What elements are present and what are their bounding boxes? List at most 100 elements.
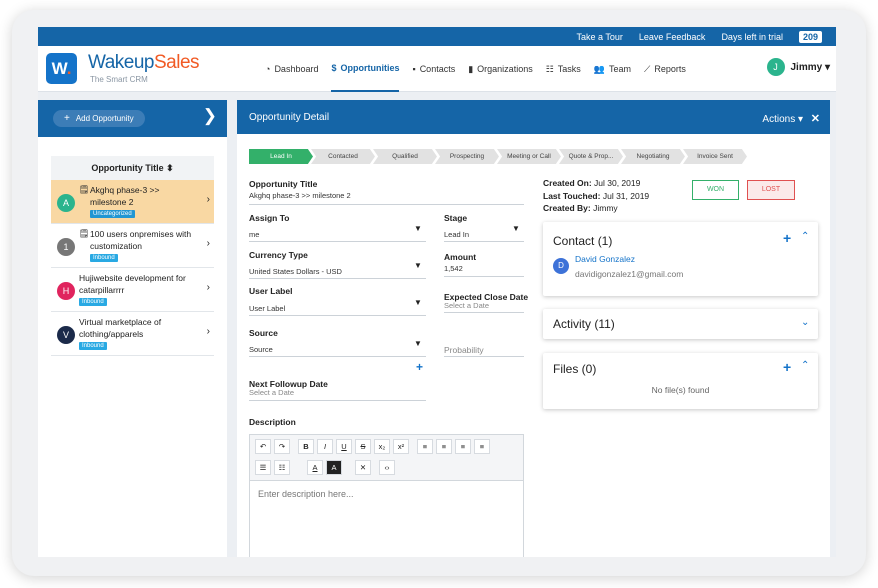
trial-days-badge: 209	[798, 30, 822, 43]
clear-format-icon[interactable]: ✕	[355, 460, 371, 475]
justify-icon[interactable]: ≡	[474, 439, 490, 454]
stage-invoice-sent[interactable]: Invoice Sent	[683, 149, 747, 164]
stage-negotiating[interactable]: Negotiating	[621, 149, 685, 164]
add-field-plus-icon[interactable]: +	[416, 360, 423, 374]
nav-tasks[interactable]: ☷ Tasks	[546, 46, 581, 92]
redo-icon[interactable]: ↷	[274, 439, 290, 454]
team-icon: 👥	[593, 63, 606, 74]
align-right-icon[interactable]: ≡	[455, 439, 471, 454]
currency-type-select[interactable]: United States Dollars - USD	[249, 267, 342, 276]
bold-icon[interactable]: B	[298, 439, 314, 454]
take-tour-link[interactable]: Take a Tour	[577, 32, 623, 42]
nav-dashboard[interactable]: ◔ Dashboard	[265, 46, 318, 92]
avatar: V	[57, 326, 75, 344]
user-menu[interactable]: J Jimmy ▾	[766, 58, 830, 76]
probability-input[interactable]: Probability	[444, 345, 484, 355]
nav-label: Contacts	[419, 64, 456, 74]
amount-input[interactable]: 1,542	[444, 264, 463, 273]
brand-name-part1: Wakeup	[88, 52, 155, 73]
stage-prospecting[interactable]: Prospecting	[435, 149, 499, 164]
add-opportunity-button[interactable]: + Add Opportunity	[53, 110, 145, 127]
subscript-icon[interactable]: x₂	[374, 439, 390, 454]
divider	[249, 315, 426, 316]
chevron-up-icon[interactable]: ⌃	[801, 360, 809, 371]
logo-letter: W	[51, 59, 67, 78]
highlight-color-icon[interactable]: A	[326, 460, 342, 475]
actions-dropdown[interactable]: Actions ▾	[762, 114, 803, 125]
list-item[interactable]: H Hujiwebsite development for catarpilla…	[51, 268, 214, 312]
stage-qualified[interactable]: Qualified	[373, 149, 437, 164]
strikethrough-icon[interactable]: S	[355, 439, 371, 454]
font-color-icon[interactable]: A	[307, 460, 323, 475]
nav-label: Team	[609, 64, 632, 74]
stage-select[interactable]: Lead In	[444, 230, 469, 239]
code-view-icon[interactable]: ‹›	[379, 460, 395, 475]
divider	[249, 241, 426, 242]
bullet-list-icon[interactable]: ☰	[255, 460, 271, 475]
page-title: Opportunity Detail	[249, 112, 330, 123]
won-button[interactable]: WON	[692, 180, 739, 200]
brand-logo-icon[interactable]: W.	[46, 53, 77, 84]
category-badge: Uncategorized	[90, 210, 135, 218]
user-label-label: User Label	[249, 286, 293, 296]
nav-team[interactable]: 👥 Team	[594, 46, 631, 92]
opportunity-title: Virtual marketplace of clothing/apparels	[79, 317, 162, 339]
stage-contacted[interactable]: Contacted	[311, 149, 375, 164]
numbered-list-icon[interactable]: ☷	[274, 460, 290, 475]
next-followup-date-input[interactable]: Select a Date	[249, 388, 294, 397]
expected-close-date-input[interactable]: Select a Date	[444, 301, 489, 310]
chevron-right-icon[interactable]: ❯	[203, 106, 217, 126]
amount-label: Amount	[444, 252, 477, 262]
category-badge: Inbound	[79, 298, 107, 306]
avatar: 1	[57, 238, 75, 256]
source-select[interactable]: Source	[249, 345, 273, 354]
user-label-select[interactable]: User Label	[249, 304, 285, 313]
activity-card[interactable]: Activity (11) ⌄	[543, 309, 818, 339]
add-file-plus-icon[interactable]: +	[783, 359, 791, 375]
column-header-opportunity-title[interactable]: Opportunity Title ⬍	[51, 156, 214, 180]
dropdown-caret-icon: ▼	[414, 298, 422, 307]
align-center-icon[interactable]: ≡	[436, 439, 452, 454]
undo-icon[interactable]: ↶	[255, 439, 271, 454]
list-item[interactable]: A 🗒 Akghq phase-3 >> milestone 2 Uncateg…	[51, 180, 214, 224]
dollar-icon: $	[331, 63, 337, 73]
list-item[interactable]: V Virtual marketplace of clothing/appare…	[51, 312, 214, 356]
leave-feedback-link[interactable]: Leave Feedback	[639, 32, 706, 42]
stage-quote-proposal[interactable]: Quote & Prop...	[559, 149, 623, 164]
nav-opportunities[interactable]: $ Opportunities	[331, 46, 400, 92]
created-by-label: Created By:	[543, 203, 591, 213]
lost-button[interactable]: LOST	[747, 180, 795, 200]
assign-to-select[interactable]: me	[249, 230, 259, 239]
superscript-icon[interactable]: x²	[393, 439, 409, 454]
stage-meeting-or-call[interactable]: Meeting or Call	[497, 149, 561, 164]
user-name: Jimmy	[790, 61, 823, 73]
align-left-icon[interactable]: ≡	[417, 439, 433, 454]
opportunity-title: Akghq phase-3 >> milestone 2	[90, 185, 160, 207]
last-touched-value: Jul 31, 2019	[602, 191, 650, 201]
add-contact-plus-icon[interactable]: +	[783, 230, 791, 246]
nav-contacts[interactable]: ▪ Contacts	[412, 46, 455, 92]
close-icon[interactable]: ✕	[811, 112, 820, 125]
underline-icon[interactable]: U	[336, 439, 352, 454]
note-icon: 🗒	[79, 185, 90, 194]
currency-type-label: Currency Type	[249, 250, 308, 260]
chevron-down-icon[interactable]: ⌄	[801, 317, 809, 328]
contact-card: Contact (1) + ⌃ D David Gonzalez davidig…	[543, 222, 818, 296]
divider	[249, 204, 524, 205]
nav-reports[interactable]: ⟋ Reports	[644, 46, 686, 92]
stage-lead-in[interactable]: Lead In	[249, 149, 313, 164]
list-panel-header: + Add Opportunity ❯	[38, 100, 227, 137]
add-opportunity-label: Add Opportunity	[75, 114, 134, 123]
nav-label: Opportunities	[340, 63, 400, 73]
dashboard-icon: ◔	[265, 64, 271, 74]
nav-label: Dashboard	[274, 64, 319, 74]
contact-name-link[interactable]: David Gonzalez	[575, 254, 635, 264]
nav-organizations[interactable]: ▮ Organizations	[468, 46, 532, 92]
last-touched-label: Last Touched:	[543, 191, 601, 201]
list-item[interactable]: 1 🗒 100 users onpremises with customizat…	[51, 224, 214, 268]
description-textarea[interactable]: Enter description here...	[258, 489, 354, 499]
italic-icon[interactable]: I	[317, 439, 333, 454]
opportunity-title-field[interactable]: Akghq phase-3 >> milestone 2	[249, 191, 351, 200]
chevron-up-icon[interactable]: ⌃	[801, 231, 809, 242]
created-by: Created By: Jimmy	[543, 203, 618, 213]
